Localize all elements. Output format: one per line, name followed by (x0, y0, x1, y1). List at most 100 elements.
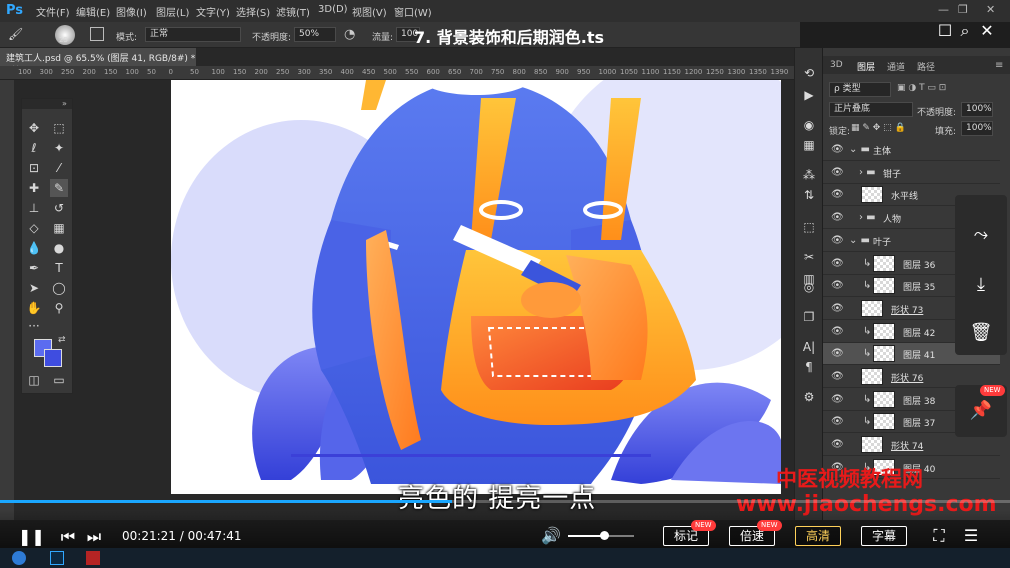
visibility-eye-icon[interactable]: 👁 (831, 144, 844, 155)
zoom-tool-icon[interactable]: ⚲ (50, 299, 68, 317)
type-tool-icon[interactable]: T (50, 259, 68, 277)
properties-panel-icon[interactable]: ⚙ (800, 388, 818, 406)
visibility-eye-icon[interactable]: 👁 (831, 348, 844, 359)
filter-icons[interactable]: ▣ ◑ T ▭ ⊡ (897, 83, 946, 93)
menu-item[interactable]: 图像(I) (116, 4, 147, 19)
shape-tool-icon[interactable]: ◯ (50, 279, 68, 297)
clone-stamp-tool-icon[interactable]: ⊥ (25, 199, 43, 217)
dodge-tool-icon[interactable]: ● (50, 239, 68, 257)
visibility-eye-icon[interactable]: 👁 (831, 235, 844, 246)
delete-icon[interactable]: 🗑 (969, 321, 993, 345)
next-icon[interactable]: ⏭ (84, 527, 104, 547)
pin-icon[interactable]: 📌 (969, 399, 993, 423)
layer-row[interactable]: 👁 形状 74 (823, 434, 1000, 457)
fill-input[interactable]: 100% (961, 121, 993, 136)
layer-row[interactable]: 👁 ⌄ ▬ 主体 (823, 139, 1000, 161)
brush-panel-icon[interactable]: ⁂ (800, 166, 818, 184)
maximize-icon[interactable]: ☐ (936, 22, 954, 40)
lock-icons[interactable]: ▦ ✎ ✥ ⬚ 🔒 (851, 123, 906, 133)
visibility-eye-icon[interactable]: 👁 (831, 280, 844, 291)
download-icon[interactable]: ⤓ (969, 273, 993, 297)
layer-opacity-input[interactable]: 100% (961, 102, 993, 117)
visibility-eye-icon[interactable]: 👁 (831, 167, 844, 178)
menu-item[interactable]: 视图(V) (352, 4, 387, 19)
search-icon[interactable]: ⌕ (956, 22, 974, 40)
pressure-opacity-icon[interactable]: ◔ (344, 27, 355, 42)
magic-wand-tool-icon[interactable]: ✦ (50, 139, 68, 157)
menu-item[interactable]: 图层(L) (156, 4, 189, 19)
start-button-icon[interactable] (12, 551, 26, 565)
menu-item[interactable]: 滤镜(T) (276, 4, 310, 19)
tab-3d[interactable]: 3D (830, 60, 843, 70)
menu-item[interactable]: 3D(D) (318, 4, 348, 15)
menu-item[interactable]: 窗口(W) (394, 4, 432, 19)
history-panel-icon[interactable]: ⟲ (800, 64, 818, 82)
character-panel-icon[interactable]: ⬚ (800, 218, 818, 236)
pen-tool-icon[interactable]: ✒ (25, 259, 43, 277)
document-tab[interactable]: 建筑工人.psd @ 65.5% (图层 41, RGB/8#) * × (0, 48, 196, 74)
menu-item[interactable]: 编辑(E) (76, 4, 110, 19)
visibility-eye-icon[interactable]: 👁 (831, 326, 844, 337)
window-close-icon[interactable]: ✕ (986, 3, 995, 16)
color-panel-icon[interactable]: ◉ (800, 116, 818, 134)
brush-panel-icon[interactable] (90, 27, 104, 41)
tool-presets-icon[interactable]: ✂ (800, 248, 818, 266)
paragraph-styles-icon[interactable]: ¶ (800, 358, 818, 376)
playlist-icon[interactable]: ☰ (960, 526, 982, 546)
visibility-eye-icon[interactable]: 👁 (831, 371, 844, 382)
volume-icon[interactable]: 🔊 (540, 526, 562, 546)
quick-mask-icon[interactable]: ◫ (25, 371, 43, 389)
visibility-eye-icon[interactable]: 👁 (831, 258, 844, 269)
close-icon[interactable]: ✕ (978, 22, 996, 40)
tab-channels[interactable]: 通道 (887, 60, 905, 73)
blur-tool-icon[interactable]: 💧 (25, 239, 43, 257)
menu-item[interactable]: 选择(S) (236, 4, 270, 19)
opacity-input[interactable]: 50% (294, 27, 336, 42)
visibility-eye-icon[interactable]: 👁 (831, 189, 844, 200)
panel-menu-icon[interactable]: ≡ (995, 60, 1003, 71)
mode-select[interactable]: 正常 (145, 27, 241, 42)
layer-filter-select[interactable]: ρ 类型 (829, 82, 891, 97)
group-collapsed-folder-icon[interactable]: › ▬ (859, 212, 876, 223)
visibility-eye-icon[interactable]: 👁 (831, 416, 844, 427)
swap-colors-icon[interactable]: ⇄ (58, 335, 66, 345)
healing-brush-tool-icon[interactable]: ✚ (25, 179, 43, 197)
visibility-eye-icon[interactable]: 👁 (831, 394, 844, 405)
window-restore-icon[interactable]: ❐ (958, 3, 968, 16)
photoshop-taskbar-icon[interactable] (50, 551, 64, 565)
eyedropper-tool-icon[interactable]: ⁄ (50, 159, 68, 177)
adjustments-panel-icon[interactable]: ⇅ (800, 186, 818, 204)
gradient-tool-icon[interactable]: ▦ (50, 219, 68, 237)
actions-panel-icon[interactable]: ▶ (800, 86, 818, 104)
blend-mode-select[interactable]: 正片叠底 (829, 102, 913, 117)
background-color-swatch[interactable] (44, 349, 62, 367)
more-tools-icon[interactable]: ··· (25, 317, 43, 335)
brush-tool-selected-icon[interactable]: ✎ (50, 179, 68, 197)
group-expanded-folder-icon[interactable]: ⌄ ▬ (849, 235, 870, 246)
clone-source-icon[interactable]: ❐ (800, 308, 818, 326)
eraser-tool-icon[interactable]: ◇ (25, 219, 43, 237)
move-tool-icon[interactable]: ✥ (25, 119, 43, 137)
channels-panel-icon[interactable]: ◎ (800, 278, 818, 296)
fullscreen-icon[interactable]: ⛶ (928, 526, 950, 546)
path-selection-tool-icon[interactable]: ➤ (25, 279, 43, 297)
brush-tool-icon[interactable]: 🖌 (8, 27, 24, 43)
lasso-tool-icon[interactable]: ℓ (25, 139, 43, 157)
document-canvas[interactable] (171, 80, 781, 494)
share-icon[interactable]: ⤳ (969, 223, 993, 247)
history-brush-tool-icon[interactable]: ↺ (50, 199, 68, 217)
hand-tool-icon[interactable]: ✋ (25, 299, 43, 317)
crop-tool-icon[interactable]: ⊡ (25, 159, 43, 177)
marquee-tool-icon[interactable]: ⬚ (50, 119, 68, 137)
tab-layers[interactable]: 图层 (857, 60, 875, 73)
toolbox-collapse-icon[interactable]: » (62, 99, 67, 108)
visibility-eye-icon[interactable]: 👁 (831, 303, 844, 314)
group-collapsed-folder-icon[interactable]: › ▬ (859, 167, 876, 178)
menu-item[interactable]: 文件(F) (36, 4, 70, 19)
visibility-eye-icon[interactable]: 👁 (831, 212, 844, 223)
menu-item[interactable]: 文字(Y) (196, 4, 230, 19)
tab-paths[interactable]: 路径 (917, 60, 935, 73)
layer-row[interactable]: 👁 › ▬ 钳子 (823, 162, 1000, 184)
app-taskbar-icon[interactable] (86, 551, 100, 565)
paragraph-panel-icon[interactable]: A| (800, 338, 818, 356)
